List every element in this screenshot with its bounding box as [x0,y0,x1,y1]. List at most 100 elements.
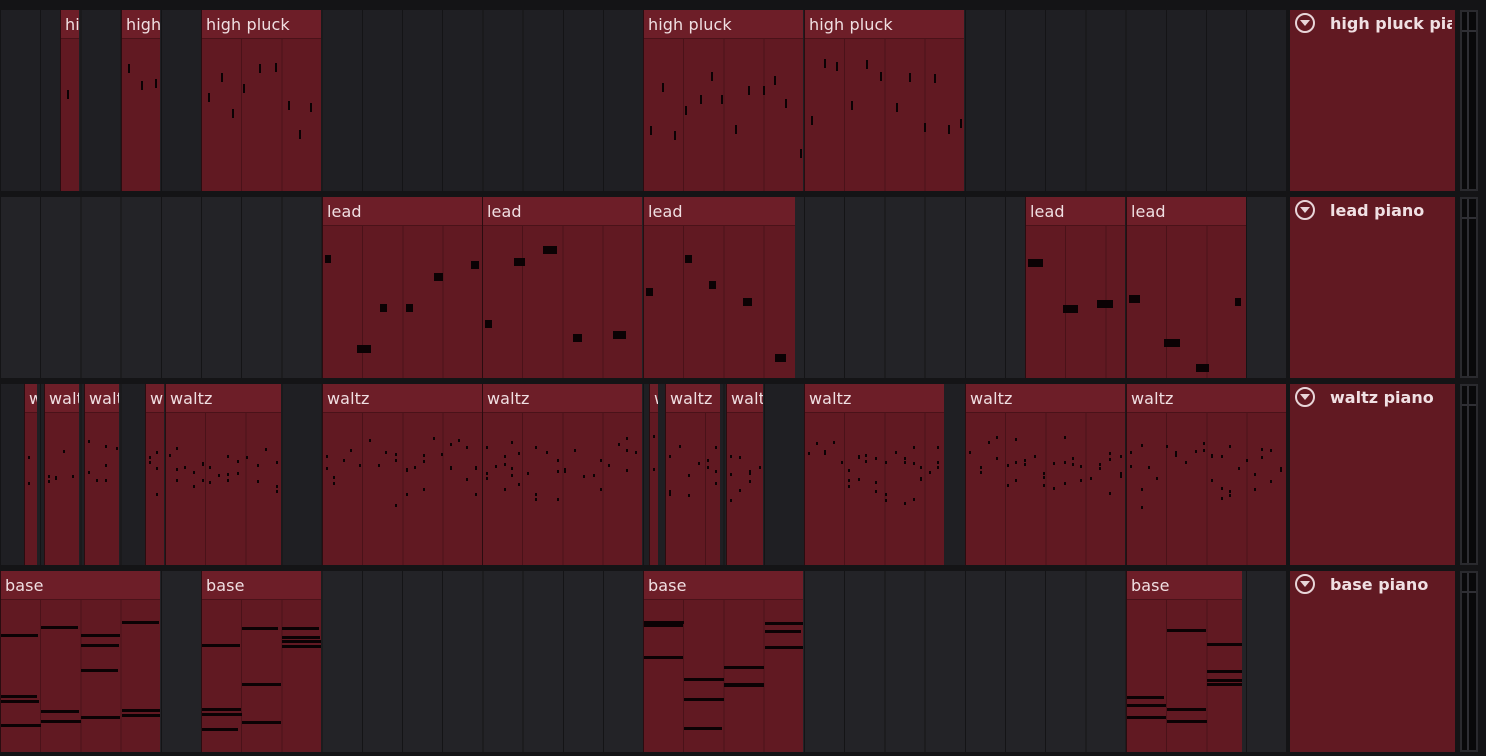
clip-header[interactable]: waltz [323,384,482,413]
clip[interactable]: high pluck [121,10,160,191]
midi-note [282,644,321,648]
clip[interactable]: high pluck [804,10,964,191]
midi-note [220,72,223,82]
chevron-down-circle-icon[interactable] [1295,13,1315,33]
track-name[interactable]: base piano [1330,575,1452,594]
level-meter [1460,571,1478,752]
midi-note [535,493,538,497]
clip[interactable]: waltz [84,384,119,565]
clip-header[interactable]: waltz [85,384,119,413]
clip[interactable]: base [643,571,803,752]
clip[interactable]: waltz [482,384,642,565]
clip[interactable]: waltz [322,384,482,565]
midi-note [242,83,245,93]
midi-note [687,474,690,478]
clip[interactable]: waltz [44,384,79,565]
clip[interactable]: waltz [649,384,658,565]
midi-note [202,727,239,731]
clip-header[interactable]: lead [1127,197,1246,226]
track-name[interactable]: lead piano [1330,201,1452,220]
midi-note [920,476,923,480]
clip[interactable]: lead [482,197,642,378]
clip-header[interactable]: waltz [25,384,37,413]
midi-note [811,115,813,125]
clip-header[interactable]: high pluck [122,10,160,39]
clip-header[interactable]: high pluck [644,10,803,39]
chevron-down-circle-icon[interactable] [1295,200,1315,220]
clip[interactable]: waltz [145,384,164,565]
clip-header[interactable]: lead [323,197,482,226]
clip-header[interactable]: base [1,571,160,600]
clip-header[interactable]: base [202,571,321,600]
clip-header[interactable]: waltz [166,384,281,413]
clip[interactable]: lead [322,197,482,378]
clip[interactable]: base [201,571,321,752]
clip-header[interactable]: waltz [666,384,720,413]
clip-notes [122,38,160,191]
midi-note [749,470,752,474]
clip-header[interactable]: lead [483,197,642,226]
midi-note [209,481,212,485]
clip-header[interactable]: waltz [45,384,79,413]
track-header[interactable]: lead piano [1290,197,1455,378]
clip-header[interactable]: waltz [650,384,658,413]
midi-note [275,461,278,465]
clip-header[interactable]: high pluck [61,10,79,39]
track-lane[interactable]: base base base base [0,571,1286,752]
clip[interactable]: waltz [726,384,763,565]
track-header[interactable]: high pluck piano [1290,10,1455,191]
clip[interactable]: waltz [665,384,720,565]
midi-note [912,497,915,501]
clip-header[interactable]: waltz [805,384,944,413]
track-lane[interactable]: high pluck high pluck high pluck high pluck… [0,10,1286,191]
clip-label: waltz [487,389,530,408]
clip[interactable]: high pluck [201,10,321,191]
clip[interactable]: waltz [1126,384,1286,565]
track-header[interactable]: waltz piano [1290,384,1455,565]
midi-note [81,634,121,638]
clip[interactable]: base [1126,571,1242,752]
track-name[interactable]: waltz piano [1330,388,1452,407]
clip[interactable]: high pluck [643,10,803,191]
midi-note [1203,441,1206,445]
midi-note [465,446,468,450]
clip-header[interactable]: base [644,571,803,600]
midi-note [687,494,690,498]
midi-note [432,437,435,441]
clip-header[interactable]: waltz [966,384,1125,413]
clip-header[interactable]: high pluck [202,10,321,39]
midi-note [282,639,321,643]
clip[interactable]: waltz [165,384,281,565]
clip-header[interactable]: waltz [146,384,164,413]
midi-note [48,474,50,478]
clip-header[interactable]: waltz [727,384,763,413]
track-lane[interactable]: waltz waltz waltz waltz waltz waltz waltz waltz… [0,384,1286,565]
clip-header[interactable]: waltz [483,384,642,413]
clip-header[interactable]: base [1127,571,1242,600]
clip[interactable]: lead [643,197,795,378]
clip-header[interactable]: waltz [1127,384,1286,413]
midi-note [380,304,387,313]
clip[interactable]: lead [1025,197,1125,378]
midi-note [979,466,982,470]
midi-note [857,456,860,460]
midi-note [88,470,90,474]
clip[interactable]: lead [1126,197,1246,378]
clip[interactable]: base [0,571,160,752]
chevron-down-circle-icon[interactable] [1295,574,1315,594]
midi-note [377,463,380,467]
track-lane[interactable]: lead lead lead lead lead [0,197,1286,378]
clip[interactable]: waltz [804,384,944,565]
clip-header[interactable]: lead [644,197,795,226]
midi-note [105,478,108,482]
clip[interactable]: high pluck [60,10,79,191]
midi-note [979,470,982,474]
track-header[interactable]: base piano [1290,571,1455,752]
chevron-down-circle-icon[interactable] [1295,387,1315,407]
track-name[interactable]: high pluck piano [1330,14,1452,33]
clip[interactable]: waltz [24,384,37,565]
midi-note [698,462,701,466]
clip-header[interactable]: high pluck [805,10,964,39]
clip-header[interactable]: lead [1026,197,1125,226]
clip[interactable]: waltz [965,384,1125,565]
